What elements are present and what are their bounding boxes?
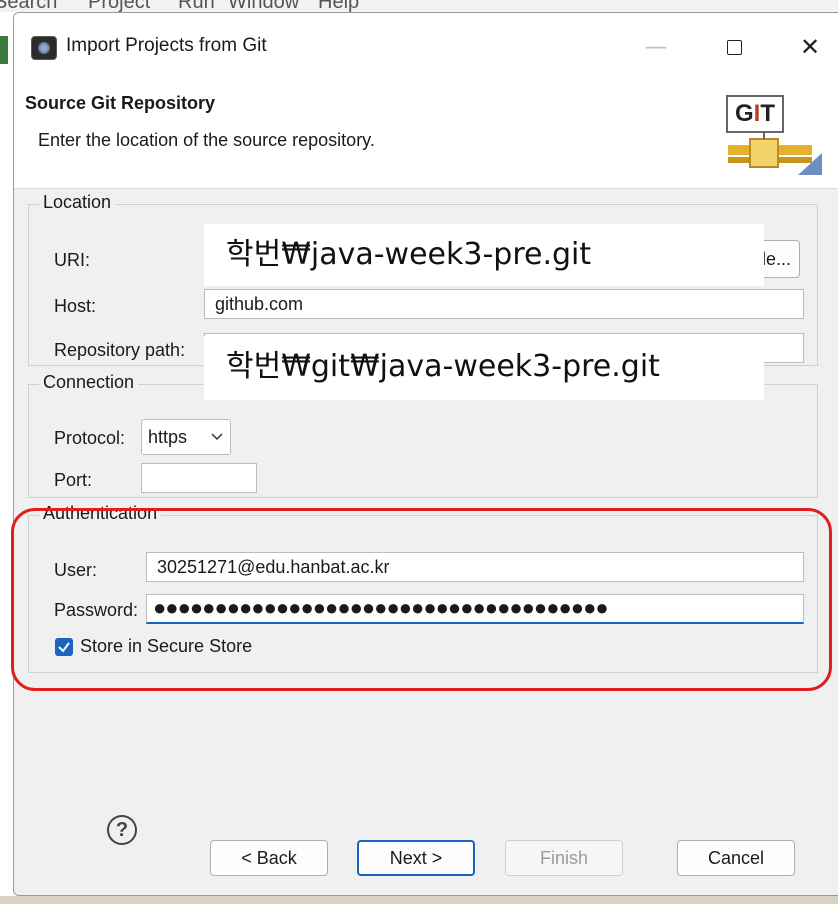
background-taskbar-strip (0, 896, 838, 904)
repository-path-label: Repository path: (54, 340, 186, 360)
maximize-button[interactable] (712, 27, 756, 67)
connection-legend: Connection (39, 372, 139, 393)
menu-run[interactable]: Run (178, 0, 215, 12)
host-label: Host: (54, 296, 97, 316)
menu-window[interactable]: Window (228, 0, 299, 12)
port-label: Port: (54, 470, 93, 490)
location-legend: Location (39, 192, 116, 213)
page-description: Enter the location of the source reposit… (38, 130, 375, 150)
page-title: Source Git Repository (25, 93, 216, 113)
background-menubar: Search Project Run Window Help (0, 0, 838, 12)
protocol-label: Protocol: (54, 428, 126, 448)
uri-annotation-overlay: 학번₩java-week3-pre.git (204, 224, 764, 286)
wizard-header: Source Git Repository Enter the location… (14, 77, 838, 189)
minimize-button[interactable]: — (634, 27, 678, 67)
user-label: User: (54, 560, 98, 580)
chevron-down-icon (211, 433, 223, 441)
finish-button[interactable]: Finish (505, 840, 623, 876)
help-icon[interactable]: ? (107, 815, 137, 845)
user-input[interactable]: 30251271@edu.hanbat.ac.kr (146, 552, 804, 582)
git-logo-icon: GIT (726, 95, 826, 179)
close-button[interactable]: ✕ (788, 27, 832, 67)
checkmark-icon (58, 642, 70, 653)
cancel-button[interactable]: Cancel (677, 840, 795, 876)
authentication-legend: Authentication (39, 503, 162, 524)
host-input[interactable]: github.com (204, 289, 804, 319)
background-window-edge (0, 36, 8, 64)
port-input[interactable] (141, 463, 257, 493)
uri-label: URI: (54, 250, 90, 270)
window-title: Import Projects from Git (66, 35, 267, 56)
store-secure-checkbox[interactable] (55, 638, 73, 656)
menu-project[interactable]: Project (88, 0, 150, 12)
eclipse-app-icon (31, 36, 57, 60)
protocol-value: https (148, 427, 188, 447)
import-dialog: Import Projects from Git — ✕ Source Git … (13, 12, 838, 896)
git-pipe-graphic (728, 133, 822, 175)
next-button[interactable]: Next > (357, 840, 475, 876)
password-input[interactable]: ●●●●●●●●●●●●●●●●●●●●●●●●●●●●●●●●●●●●● (146, 594, 804, 624)
back-button[interactable]: < Back (210, 840, 328, 876)
path-annotation-overlay: 학번₩git₩java-week3-pre.git (204, 336, 764, 400)
title-bar: Import Projects from Git — ✕ (14, 13, 838, 77)
menu-search[interactable]: Search (0, 0, 57, 12)
menu-help[interactable]: Help (318, 0, 359, 12)
maximize-icon (726, 39, 742, 55)
password-label: Password: (54, 600, 139, 620)
protocol-select[interactable]: https (141, 419, 231, 455)
store-secure-label[interactable]: Store in Secure Store (80, 636, 252, 657)
